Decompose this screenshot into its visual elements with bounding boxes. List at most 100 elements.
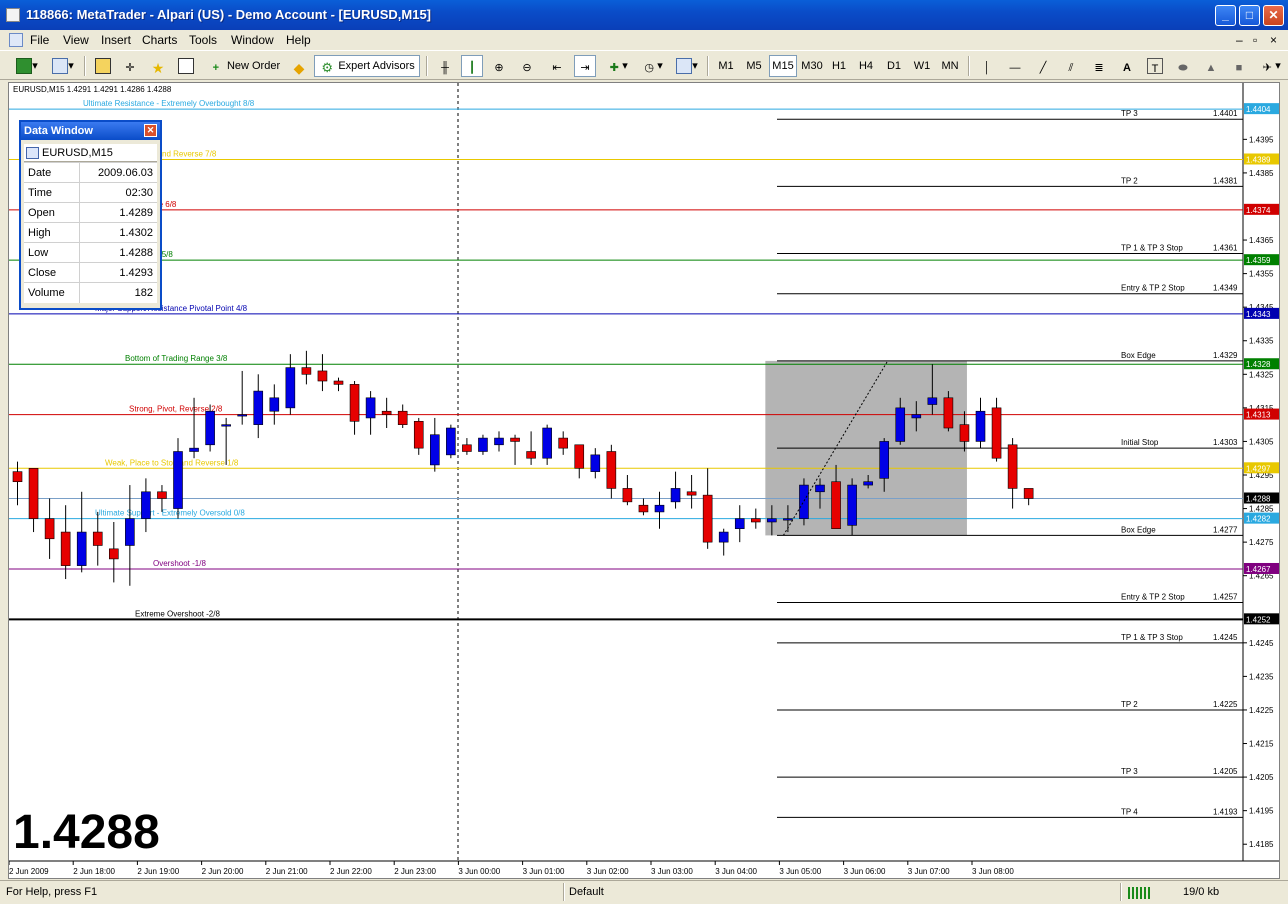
zoom-in-button[interactable]: ⊕ bbox=[488, 55, 510, 77]
data-window[interactable]: Data Window ✕ EURUSD,M15 Date 2009.06.03 … bbox=[19, 120, 162, 310]
favorites-button[interactable]: ★ bbox=[147, 55, 169, 77]
menu-view[interactable]: View bbox=[63, 33, 89, 47]
time-tick-label: 3 Jun 04:00 bbox=[715, 867, 757, 876]
maximize-button[interactable]: □ bbox=[1239, 5, 1260, 26]
price-tick-label: 1.4385 bbox=[1249, 169, 1274, 178]
menu-tools[interactable]: Tools bbox=[189, 33, 217, 47]
timeframe-m30[interactable]: M30 bbox=[798, 55, 826, 77]
chart-shift-button[interactable]: ⇥ bbox=[574, 55, 596, 77]
price-tick-label: 1.4225 bbox=[1249, 706, 1274, 715]
timeframe-h1[interactable]: H1 bbox=[827, 55, 851, 77]
timeframe-w1[interactable]: W1 bbox=[910, 55, 934, 77]
candle-body bbox=[526, 451, 536, 459]
menu-charts[interactable]: Charts bbox=[142, 33, 177, 47]
fibonacci-button[interactable]: ≣ bbox=[1088, 55, 1110, 77]
trade-level-label: Entry & TP 2 Stop bbox=[1121, 284, 1185, 293]
row-value: 1.4293 bbox=[78, 262, 157, 283]
profiles-button[interactable]: ▾ bbox=[48, 55, 78, 77]
price-tick-label: 1.4395 bbox=[1249, 135, 1274, 144]
murrey-price-tag-label: 1.4297 bbox=[1246, 464, 1271, 473]
menu-window[interactable]: Window bbox=[231, 33, 274, 47]
horizontal-line-button[interactable]: — bbox=[1004, 55, 1026, 77]
new-order-button[interactable]: + New Order bbox=[204, 55, 284, 77]
templates-button[interactable]: ▾ bbox=[672, 55, 702, 77]
market-watch-button[interactable] bbox=[92, 55, 114, 77]
price-chart[interactable]: 1.4395 1.4385 1.4365 1.4355 1.4345 1.4335 1.43… bbox=[8, 82, 1280, 879]
chart-shift-icon: ⇥ bbox=[580, 62, 590, 75]
text-button[interactable]: A bbox=[1116, 55, 1138, 77]
time-tick-label: 3 Jun 00:00 bbox=[458, 867, 500, 876]
autoscroll-button[interactable]: ⇤ bbox=[546, 55, 568, 77]
timeframe-h4[interactable]: H4 bbox=[854, 55, 878, 77]
candle-body bbox=[189, 447, 199, 452]
timeframe-m1[interactable]: M1 bbox=[713, 55, 739, 77]
mdi-close-button[interactable]: × bbox=[1270, 33, 1277, 47]
candle-body bbox=[895, 407, 906, 442]
current-price-tag-label: 1.4288 bbox=[1246, 494, 1271, 503]
candlestick-button[interactable]: ┃ bbox=[461, 55, 483, 77]
trade-level-label: TP 3 bbox=[1121, 767, 1138, 776]
chart-symbol-icon bbox=[26, 147, 39, 159]
candle-body bbox=[12, 471, 23, 483]
candle-body bbox=[221, 424, 231, 427]
time-tick-label: 2 Jun 22:00 bbox=[330, 867, 372, 876]
status-help-text: For Help, press F1 bbox=[6, 886, 98, 898]
murrey-price-tag-label: 1.4404 bbox=[1246, 105, 1271, 114]
new-chart-button[interactable]: ▾ bbox=[12, 55, 42, 77]
minimize-button[interactable]: _ bbox=[1215, 5, 1236, 26]
data-window-table: Date 2009.06.03 Time 02:30 Open 1.4289 High… bbox=[24, 162, 157, 303]
price-tick-label: 1.4245 bbox=[1249, 639, 1274, 648]
terminal-button[interactable] bbox=[175, 55, 197, 77]
channel-button[interactable]: ⫽ bbox=[1060, 55, 1082, 77]
candle bbox=[365, 391, 376, 435]
candle-body bbox=[333, 380, 344, 385]
candle-body bbox=[349, 384, 360, 422]
mdi-restore-button[interactable]: ▫ bbox=[1253, 33, 1257, 47]
chart-window-icon[interactable] bbox=[9, 33, 23, 47]
label-button[interactable]: T bbox=[1144, 55, 1166, 77]
metaeditor-button[interactable]: ◆ bbox=[288, 55, 310, 77]
data-window-close-button[interactable]: ✕ bbox=[144, 124, 157, 137]
expert-advisors-button[interactable]: ⚙ Expert Advisors bbox=[314, 55, 420, 77]
rectangle-button[interactable]: ■ bbox=[1228, 55, 1250, 77]
cursor-button[interactable]: │ bbox=[976, 55, 998, 77]
trade-level-value: 1.4225 bbox=[1213, 700, 1238, 709]
candle bbox=[638, 498, 649, 516]
ellipse-button[interactable]: ⬬ bbox=[1172, 55, 1194, 77]
app-icon[interactable] bbox=[6, 8, 20, 22]
data-window-title-bar[interactable]: Data Window ✕ bbox=[21, 122, 160, 140]
arrows-button[interactable]: ✈ ▾ bbox=[1256, 55, 1284, 77]
zoom-out-icon: ⊖ bbox=[522, 62, 532, 75]
trade-level-value: 1.4193 bbox=[1213, 807, 1238, 816]
row-value: 02:30 bbox=[78, 182, 157, 203]
trendline-button[interactable]: ╱ bbox=[1032, 55, 1054, 77]
crosshair-button[interactable]: ✛ bbox=[119, 55, 141, 77]
timeframe-mn[interactable]: MN bbox=[937, 55, 963, 77]
timeframe-d1[interactable]: D1 bbox=[882, 55, 906, 77]
murrey-line-label: Weak, Place to Stop and Reverse 1/8 bbox=[105, 458, 239, 467]
connection-status-icon bbox=[1128, 887, 1152, 899]
ellipse-icon: ⬬ bbox=[1178, 62, 1188, 75]
triangle-button[interactable]: ▲ bbox=[1200, 55, 1222, 77]
indicators-button[interactable]: ✚ ▾ bbox=[602, 55, 632, 77]
timeframe-m5[interactable]: M5 bbox=[741, 55, 767, 77]
time-tick-label: 3 Jun 08:00 bbox=[972, 867, 1014, 876]
row-value: 2009.06.03 bbox=[78, 162, 157, 183]
bar-chart-button[interactable]: ╫ bbox=[434, 55, 456, 77]
price-tick-label: 1.4335 bbox=[1249, 337, 1274, 346]
row-value: 1.4289 bbox=[78, 202, 157, 223]
periods-button[interactable]: ◷ ▾ bbox=[637, 55, 667, 77]
candle bbox=[333, 377, 344, 392]
zoom-out-button[interactable]: ⊖ bbox=[516, 55, 538, 77]
timeframe-m15[interactable]: M15 bbox=[769, 55, 797, 77]
candle-body bbox=[718, 531, 729, 543]
menu-insert[interactable]: Insert bbox=[101, 33, 131, 47]
candle bbox=[991, 397, 1002, 462]
close-button[interactable]: ✕ bbox=[1263, 5, 1284, 26]
mdi-minimize-button[interactable]: – bbox=[1236, 33, 1243, 47]
row-value: 1.4302 bbox=[78, 222, 157, 243]
menu-file[interactable]: File bbox=[30, 33, 49, 47]
status-traffic: 19/0 kb bbox=[1183, 886, 1220, 898]
menu-help[interactable]: Help bbox=[286, 33, 311, 47]
crosshair-icon: ✛ bbox=[125, 62, 135, 75]
